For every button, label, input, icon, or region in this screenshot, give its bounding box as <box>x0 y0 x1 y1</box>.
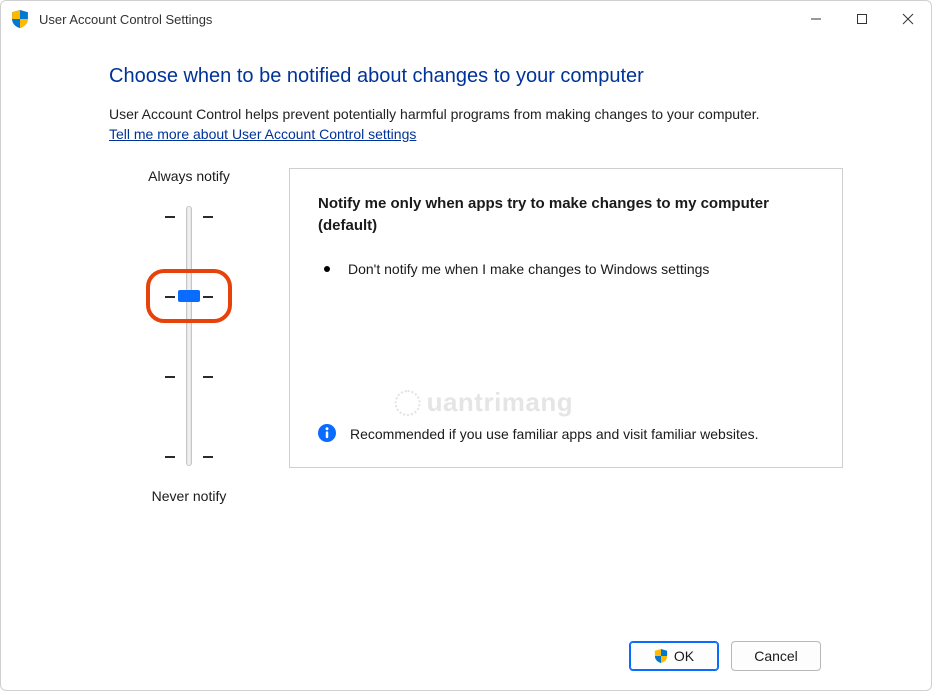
shield-icon <box>654 649 668 663</box>
close-button[interactable] <box>885 1 931 37</box>
bullet-icon <box>324 266 330 272</box>
notification-slider-column: Always notify Never notify <box>109 168 269 504</box>
info-icon <box>318 424 336 442</box>
cancel-button[interactable]: Cancel <box>731 641 821 671</box>
ok-button[interactable]: OK <box>629 641 719 671</box>
description-text: User Account Control helps prevent poten… <box>109 106 843 122</box>
page-heading: Choose when to be notified about changes… <box>109 65 843 88</box>
recommendation-text: Recommended if you use familiar apps and… <box>350 424 759 445</box>
minimize-button[interactable] <box>793 1 839 37</box>
titlebar: User Account Control Settings <box>1 1 931 37</box>
slider-bottom-label: Never notify <box>109 488 269 504</box>
slider-top-label: Always notify <box>109 168 269 184</box>
slider-tick <box>203 456 213 458</box>
window-title: User Account Control Settings <box>39 12 793 27</box>
dialog-footer: OK Cancel <box>1 622 931 690</box>
maximize-button[interactable] <box>839 1 885 37</box>
slider-tick <box>165 376 175 378</box>
window-controls <box>793 1 931 37</box>
panel-bullet-row: Don't notify me when I make changes to W… <box>318 259 814 280</box>
recommendation-row: Recommended if you use familiar apps and… <box>318 424 814 445</box>
shield-icon <box>11 10 29 28</box>
slider-tick <box>165 216 175 218</box>
panel-title: Notify me only when apps try to make cha… <box>318 193 814 237</box>
learn-more-link[interactable]: Tell me more about User Account Control … <box>109 126 416 142</box>
slider-tick <box>203 376 213 378</box>
uac-settings-window: User Account Control Settings Choose whe… <box>0 0 932 691</box>
content-area: Choose when to be notified about changes… <box>1 37 931 622</box>
notification-slider[interactable] <box>109 196 269 476</box>
cancel-button-label: Cancel <box>754 648 798 664</box>
detail-panel: Notify me only when apps try to make cha… <box>289 168 843 468</box>
slider-thumb[interactable] <box>178 290 200 302</box>
slider-tick <box>203 216 213 218</box>
panel-bullet-text: Don't notify me when I make changes to W… <box>348 259 709 280</box>
ok-button-label: OK <box>674 648 694 664</box>
slider-track <box>186 206 192 466</box>
slider-tick <box>165 456 175 458</box>
